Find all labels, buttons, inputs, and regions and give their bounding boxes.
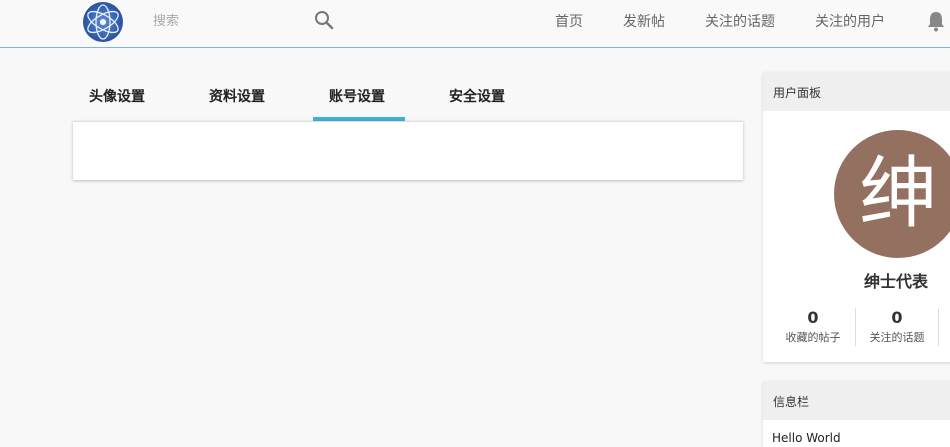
site-logo-icon[interactable] <box>83 2 123 42</box>
stat-followed-topics[interactable]: 0 关注的话题 <box>857 308 937 345</box>
info-panel-title: 信息栏 <box>763 381 950 420</box>
user-panel: 用户面板 绅 绅士代表 0 收藏的帖子 0 关注的话题 <box>763 72 950 362</box>
avatar[interactable]: 绅 <box>834 130 950 258</box>
info-panel: 信息栏 Hello World <box>763 381 950 447</box>
search-icon[interactable] <box>314 10 334 30</box>
top-navbar: 首页 发新帖 关注的话题 关注的用户 <box>0 0 950 48</box>
tab-profile-settings[interactable]: 资料设置 <box>209 86 265 106</box>
settings-tabs: 头像设置 资料设置 账号设置 安全设置 <box>73 72 743 122</box>
settings-content-panel <box>73 121 743 180</box>
stat-favorite-posts[interactable]: 0 收藏的帖子 <box>773 308 853 345</box>
search-input[interactable] <box>143 8 343 34</box>
stat-followed-topics-label: 关注的话题 <box>869 331 925 344</box>
stat-followed-topics-count: 0 <box>891 308 903 327</box>
stat-favorite-posts-label: 收藏的帖子 <box>785 331 841 344</box>
tab-avatar-settings[interactable]: 头像设置 <box>89 86 145 106</box>
nav-followed-topics-link[interactable]: 关注的话题 <box>705 11 775 31</box>
tab-account-settings[interactable]: 账号设置 <box>329 86 385 106</box>
stat-favorite-posts-count: 0 <box>807 308 819 327</box>
nav-followed-users-link[interactable]: 关注的用户 <box>815 11 885 31</box>
nav-home-link[interactable]: 首页 <box>555 11 583 31</box>
username[interactable]: 绅士代表 <box>864 268 928 292</box>
stat-divider <box>855 308 856 346</box>
bell-icon[interactable] <box>926 10 946 32</box>
user-panel-title: 用户面板 <box>763 72 950 111</box>
stat-divider <box>938 308 939 346</box>
info-panel-text: Hello World <box>772 431 841 445</box>
tab-security-settings[interactable]: 安全设置 <box>449 86 505 106</box>
nav-new-post-link[interactable]: 发新帖 <box>623 11 665 31</box>
